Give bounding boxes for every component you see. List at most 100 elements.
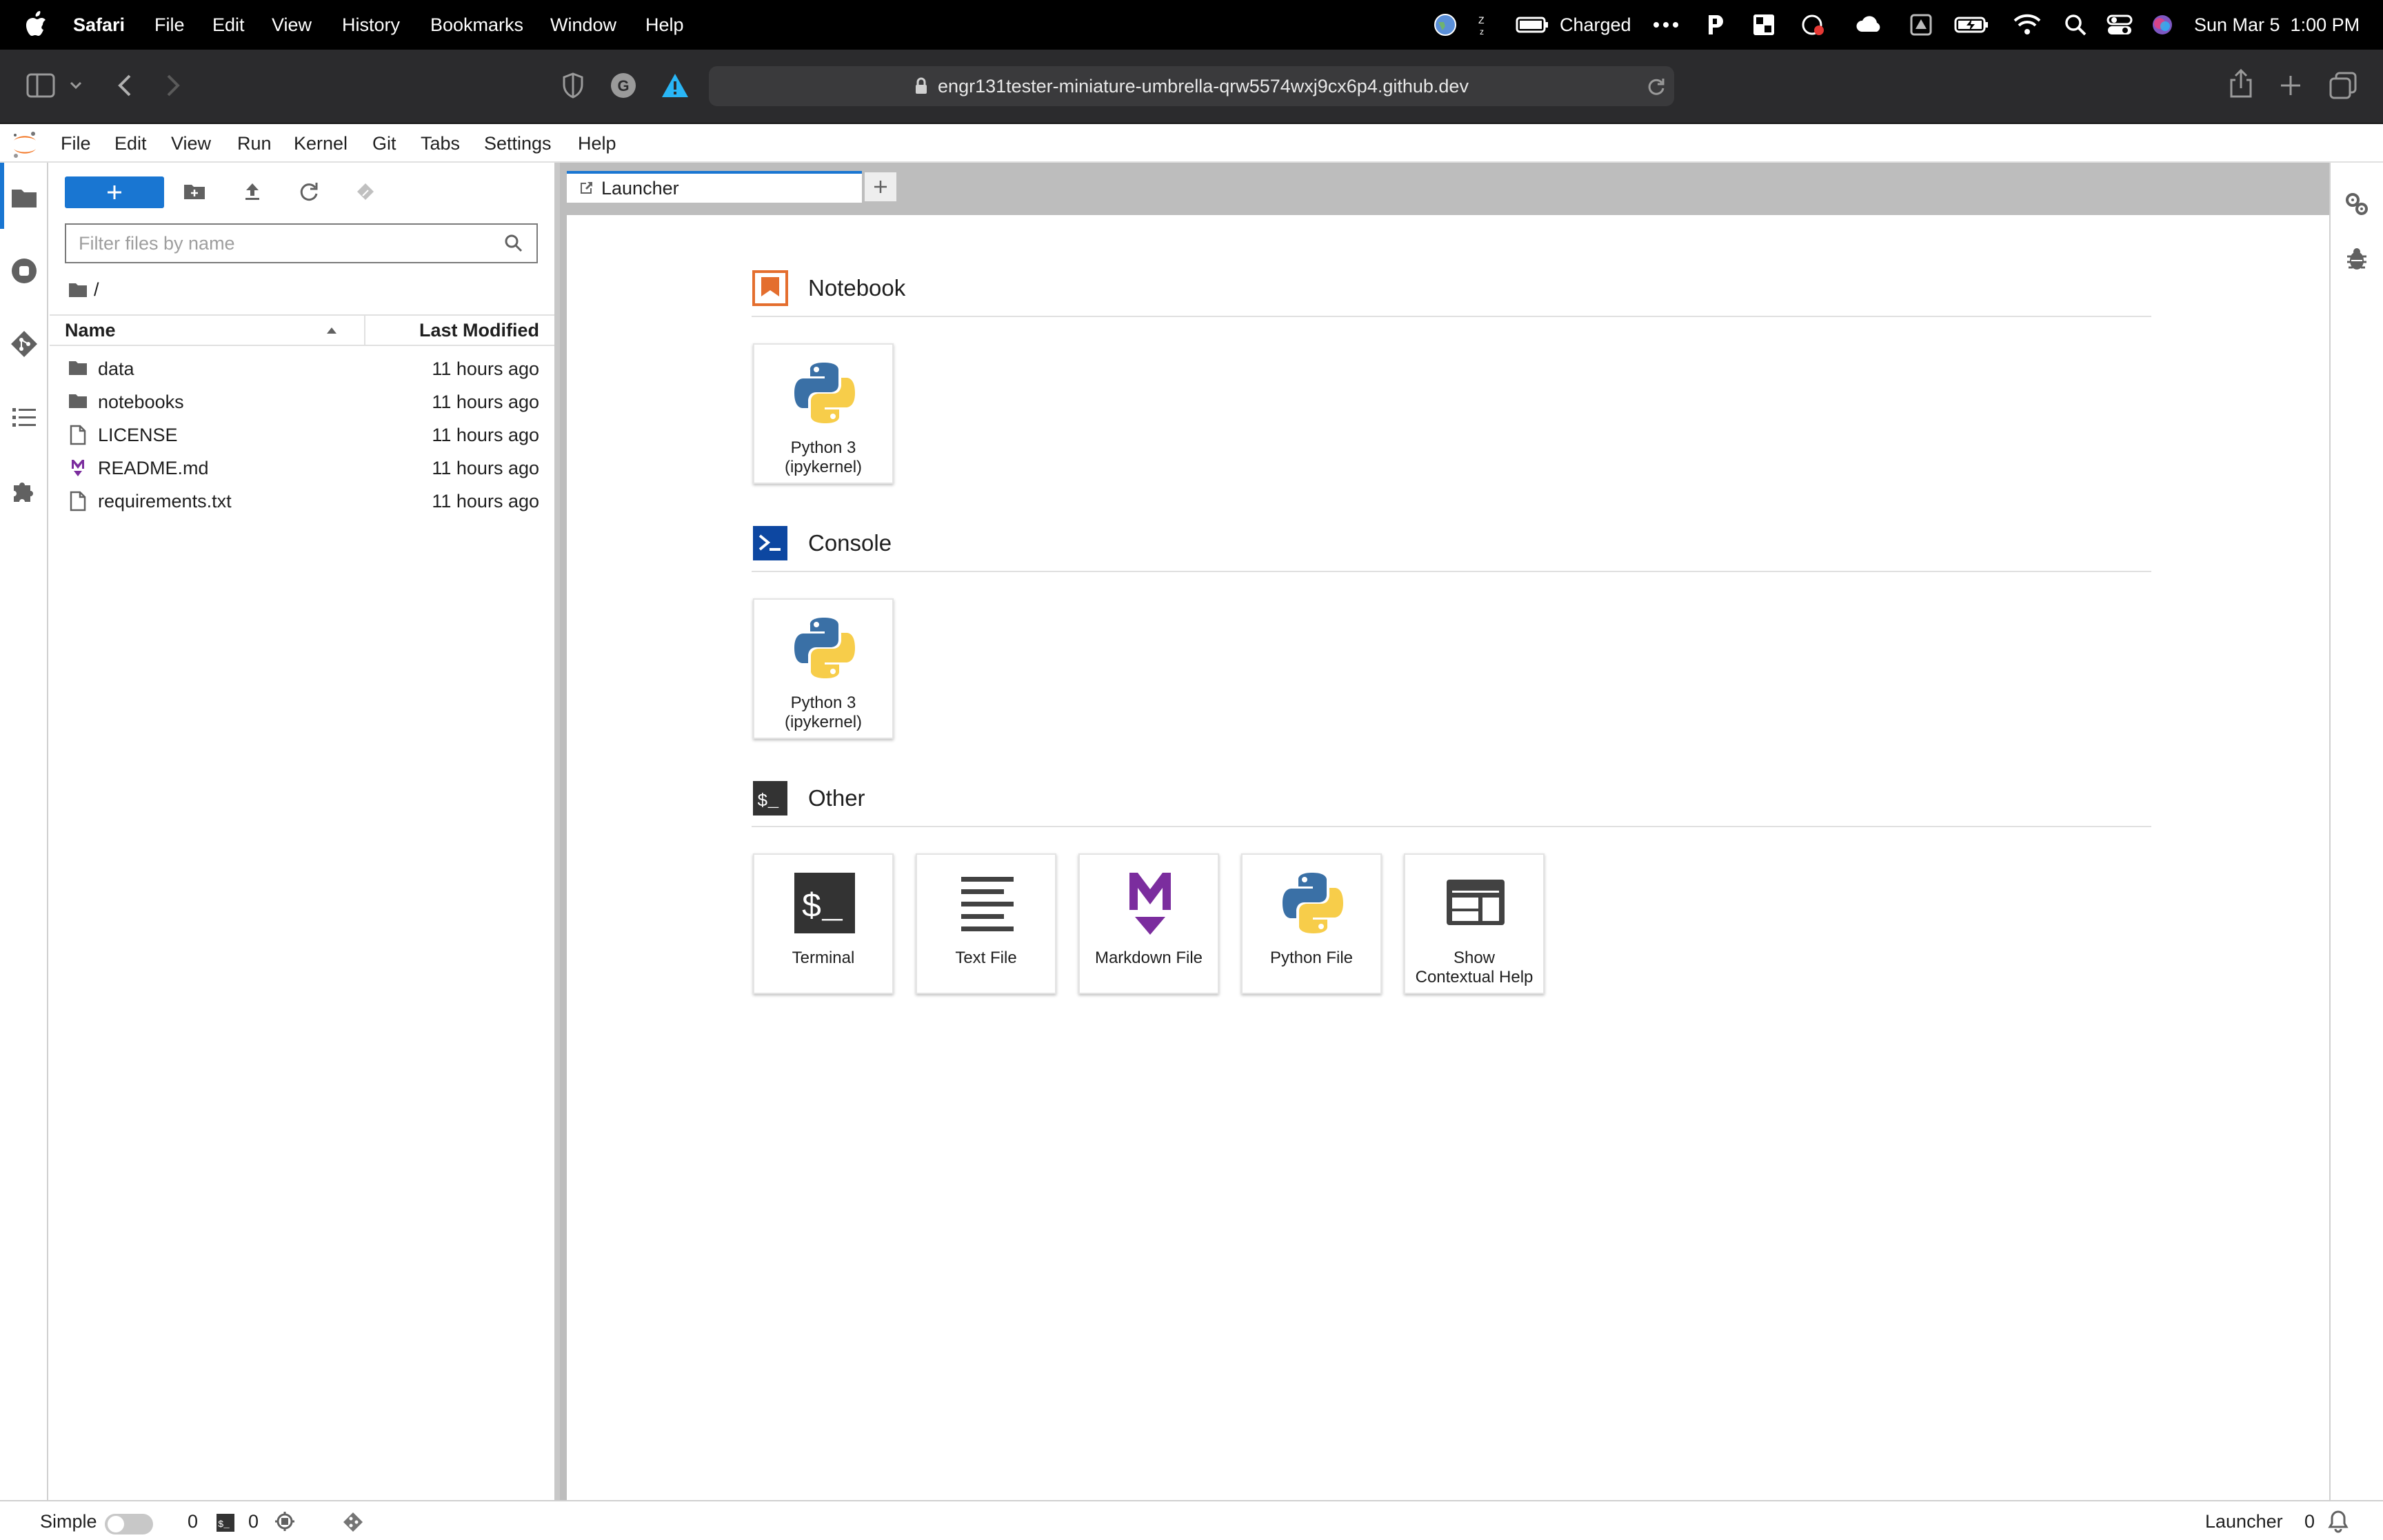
menu-file[interactable]: File <box>61 124 91 163</box>
warning-icon[interactable] <box>661 72 690 99</box>
card-label-line1: Python File <box>1269 949 1354 967</box>
breadcrumb-root[interactable]: / <box>94 279 99 301</box>
mac-menu-help[interactable]: Help <box>645 0 684 50</box>
right-activity-bar <box>2329 163 2383 1500</box>
siri-icon[interactable] <box>2150 12 2175 37</box>
clock-datetime[interactable]: Sun Mar 5 1:00 PM <box>2194 0 2360 50</box>
upload-icon[interactable] <box>240 179 265 204</box>
launcher-card-text-file[interactable]: Text File <box>916 853 1056 994</box>
address-bar[interactable]: engr131tester-miniature-umbrella-qrw5574… <box>709 66 1674 106</box>
main-dock-area: Launcher Notebook Python 3 (ipykernel) C… <box>560 163 2329 1500</box>
debugger-bug-icon[interactable] <box>2343 245 2371 273</box>
p-app-icon[interactable] <box>1703 12 1728 37</box>
launcher-section-notebook: Notebook Python 3 (ipykernel) <box>752 267 2151 488</box>
globe-status-icon[interactable] <box>1433 12 1458 37</box>
launcher-card-python3-notebook[interactable]: Python 3 (ipykernel) <box>753 343 894 484</box>
table-of-contents-icon[interactable] <box>10 403 39 432</box>
kernels-count[interactable]: 0 <box>248 1511 259 1532</box>
filter-files-input[interactable]: Filter files by name <box>65 223 538 263</box>
mac-menu-window[interactable]: Window <box>550 0 616 50</box>
file-row-requirements[interactable]: requirements.txt 11 hours ago <box>50 484 554 517</box>
menu-run[interactable]: Run <box>237 124 272 163</box>
folder-icon[interactable] <box>10 183 39 212</box>
git-status-icon[interactable] <box>342 1511 364 1533</box>
drive-icon[interactable] <box>1909 12 1933 37</box>
sort-ascending-icon[interactable] <box>325 325 338 335</box>
new-tab-icon[interactable] <box>2280 74 2302 97</box>
wifi-icon[interactable] <box>2013 12 2041 37</box>
cloud-sync-icon[interactable] <box>1855 12 1885 37</box>
new-folder-icon[interactable] <box>182 179 207 204</box>
chevron-down-icon[interactable] <box>69 79 83 92</box>
menu-tabs[interactable]: Tabs <box>421 124 460 163</box>
privacy-shield-icon[interactable] <box>561 72 585 99</box>
git-clone-icon[interactable] <box>353 179 378 204</box>
extensions-icon[interactable] <box>10 476 39 505</box>
add-tab-button[interactable] <box>863 171 898 203</box>
battery-icon[interactable] <box>1954 12 1989 37</box>
reload-icon[interactable] <box>1647 77 1666 97</box>
terminal-status-icon[interactable]: $_ <box>215 1512 236 1533</box>
grid-app-icon[interactable] <box>1751 12 1776 37</box>
grammarly-icon[interactable]: G <box>610 72 637 99</box>
column-last-modified[interactable]: Last Modified <box>419 320 539 341</box>
svg-text:$_: $_ <box>801 889 843 928</box>
mac-menu-view[interactable]: View <box>272 0 312 50</box>
launcher-card-contextual-help[interactable]: Show Contextual Help <box>1404 853 1545 994</box>
notification-bell-icon[interactable] <box>2328 1510 2349 1533</box>
url-text[interactable]: engr131tester-miniature-umbrella-qrw5574… <box>938 76 1469 97</box>
launcher-card-markdown-file[interactable]: Markdown File <box>1078 853 1219 994</box>
mac-menu-edit[interactable]: Edit <box>212 0 245 50</box>
git-icon[interactable] <box>10 330 39 358</box>
more-dots-icon[interactable] <box>1652 12 1680 37</box>
back-arrow-icon[interactable] <box>116 73 134 98</box>
mac-menu-history[interactable]: History <box>342 0 400 50</box>
refresh-icon[interactable] <box>296 179 321 204</box>
notifications-count[interactable]: 0 <box>2304 1511 2315 1532</box>
jupyter-logo-icon[interactable] <box>10 130 40 160</box>
menu-help[interactable]: Help <box>578 124 616 163</box>
spotlight-search-icon[interactable] <box>2063 12 2088 37</box>
app-menu-safari[interactable]: Safari <box>73 0 125 50</box>
column-divider[interactable] <box>364 316 365 346</box>
mac-menu-bookmarks[interactable]: Bookmarks <box>430 0 523 50</box>
file-row-data[interactable]: data 11 hours ago <box>50 352 554 385</box>
panel-splitter[interactable] <box>554 163 560 1500</box>
kernel-status-icon[interactable] <box>274 1511 295 1532</box>
menu-kernel[interactable]: Kernel <box>294 124 348 163</box>
mac-menu-file[interactable]: File <box>154 0 185 50</box>
terminals-count[interactable]: 0 <box>188 1511 198 1532</box>
home-folder-icon[interactable] <box>68 281 88 298</box>
apple-icon[interactable] <box>25 11 47 37</box>
launcher-card-terminal[interactable]: $_ Terminal <box>753 853 894 994</box>
screen-record-icon[interactable] <box>1801 12 1826 37</box>
new-launcher-button[interactable] <box>65 176 164 208</box>
launcher-card-python3-console[interactable]: Python 3 (ipykernel) <box>753 598 894 739</box>
file-list-header: Name Last Modified <box>50 314 554 346</box>
column-name[interactable]: Name <box>65 320 116 341</box>
tab-launcher[interactable]: Launcher <box>567 171 862 203</box>
tab-overview-icon[interactable] <box>2329 72 2357 99</box>
python-logo-icon <box>794 363 855 423</box>
menu-view[interactable]: View <box>171 124 211 163</box>
card-label-line2: Contextual Help <box>1415 968 1534 986</box>
simple-mode-toggle[interactable] <box>105 1514 153 1534</box>
battery-indicator-icon[interactable] <box>1516 12 1549 37</box>
file-row-notebooks[interactable]: notebooks 11 hours ago <box>50 385 554 418</box>
menu-edit[interactable]: Edit <box>114 124 147 163</box>
menu-git[interactable]: Git <box>372 124 396 163</box>
card-label-line1: Python 3 <box>790 438 856 457</box>
file-row-license[interactable]: LICENSE 11 hours ago <box>50 418 554 451</box>
property-inspector-icon[interactable] <box>2343 190 2371 218</box>
control-center-icon[interactable] <box>2106 12 2133 37</box>
notebook-section-icon <box>752 270 788 306</box>
share-icon[interactable] <box>2229 69 2253 99</box>
sleep-status-icon[interactable]: Zz <box>1476 12 1489 37</box>
menu-settings[interactable]: Settings <box>484 124 552 163</box>
forward-arrow-icon[interactable] <box>164 73 182 98</box>
sidebar-toggle-icon[interactable] <box>26 72 57 99</box>
running-sessions-icon[interactable] <box>10 256 39 285</box>
launcher-card-python-file[interactable]: Python File <box>1241 853 1382 994</box>
plus-icon <box>108 185 121 199</box>
file-row-readme[interactable]: README.md 11 hours ago <box>50 451 554 484</box>
